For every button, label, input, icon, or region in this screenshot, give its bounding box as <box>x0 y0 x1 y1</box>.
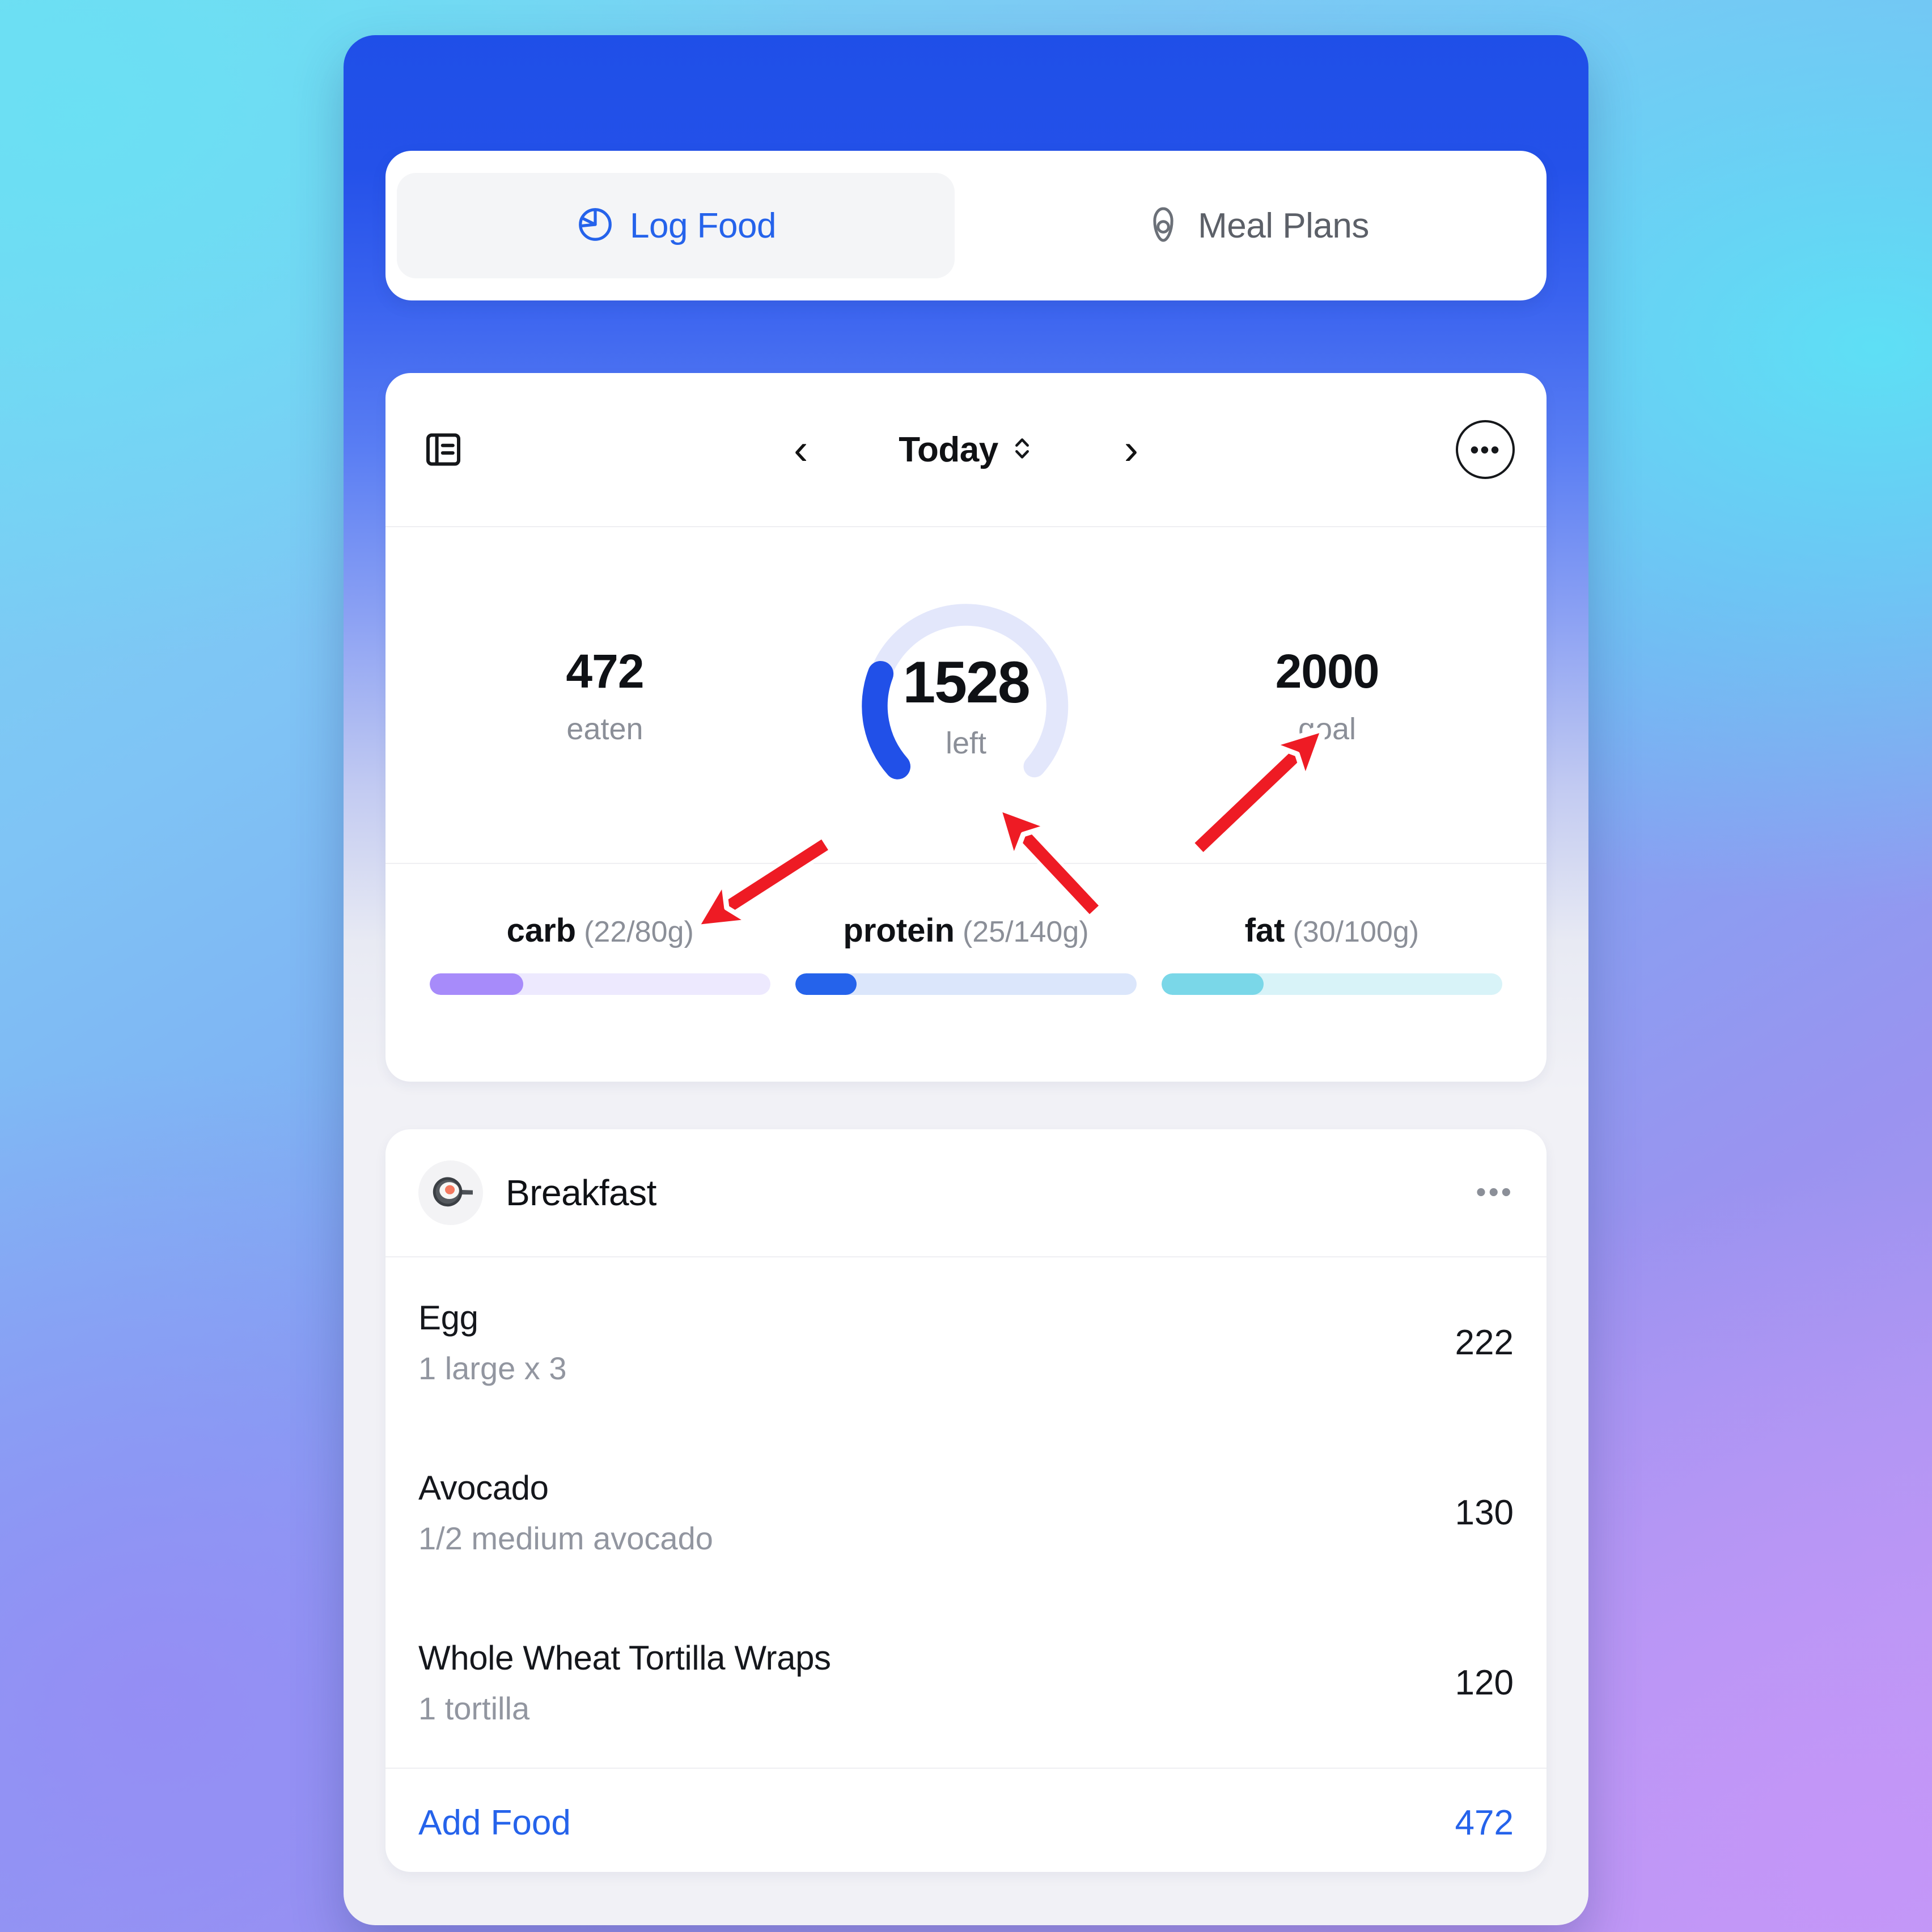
macro-fat-label: fat (30/100g) <box>1162 912 1502 950</box>
macro-carb-track <box>430 973 771 995</box>
date-label: Today <box>899 430 998 469</box>
food-item-info: Egg 1 large x 3 <box>418 1298 1455 1387</box>
tab-switcher: Log Food Meal Plans <box>385 151 1547 300</box>
list-item[interactable]: Whole Wheat Tortilla Wraps 1 tortilla 12… <box>385 1598 1547 1768</box>
next-day-button[interactable]: › <box>1124 428 1138 471</box>
fried-egg-pan-icon <box>418 1160 483 1225</box>
avocado-icon <box>1143 205 1183 247</box>
macro-fat-name: fat <box>1244 912 1285 949</box>
macro-fat-track <box>1161 973 1502 995</box>
summary-more-icon: ••• <box>1469 434 1501 464</box>
macro-protein-track <box>795 973 1137 995</box>
macro-protein-amount: (25/140g) <box>962 916 1089 948</box>
food-item-calories: 120 <box>1455 1663 1514 1702</box>
breakfast-meal-card: Breakfast ••• Egg 1 large x 3 222 Avocad… <box>385 1129 1547 1872</box>
calorie-ring-center: 1528 left <box>903 649 1030 761</box>
list-item[interactable]: Egg 1 large x 3 222 <box>385 1257 1547 1427</box>
calorie-ring: 1528 left <box>824 576 1108 814</box>
macro-carb: carb (22/80g) <box>417 912 783 995</box>
food-item-name: Whole Wheat Tortilla Wraps <box>418 1639 831 1677</box>
date-navigation-bar: ‹ Today › ••• <box>385 373 1547 527</box>
macro-protein: protein (25/140g) <box>783 912 1149 995</box>
previous-day-button[interactable]: ‹ <box>794 428 808 471</box>
macro-protein-label: protein (25/140g) <box>795 912 1136 950</box>
food-item-serving: 1/2 medium avocado <box>418 1520 713 1556</box>
add-food-row[interactable]: Add Food 472 <box>385 1768 1547 1872</box>
macro-carb-amount: (22/80g) <box>584 916 694 948</box>
meal-header: Breakfast ••• <box>385 1129 1547 1257</box>
meal-total-calories: 472 <box>1455 1803 1514 1842</box>
app-window: Log Food Meal Plans ‹ Today › ••• 472 ea… <box>344 35 1588 1925</box>
date-stepper: ‹ Today › <box>385 373 1547 526</box>
calories-goal-caption: goal <box>1298 711 1357 746</box>
meal-title: Breakfast <box>506 1172 656 1213</box>
food-item-name: Avocado <box>418 1469 549 1507</box>
macro-fat-fill <box>1161 973 1264 995</box>
calories-goal-value: 2000 <box>1275 644 1380 698</box>
tab-log-food-label: Log Food <box>630 206 777 245</box>
calorie-summary-row: 472 eaten 1528 left 2000 goal <box>385 527 1547 864</box>
pie-chart-icon <box>575 205 615 247</box>
macro-fat-amount: (30/100g) <box>1293 916 1420 948</box>
calories-eaten-value: 472 <box>566 644 644 698</box>
food-item-name: Egg <box>418 1299 478 1337</box>
macro-carb-fill <box>430 973 524 995</box>
food-item-serving: 1 large x 3 <box>418 1350 567 1386</box>
tab-meal-plans-label: Meal Plans <box>1198 206 1369 245</box>
chevron-up-down-icon <box>1011 432 1033 468</box>
date-label-button[interactable]: Today <box>899 430 1033 470</box>
daily-summary-card: ‹ Today › ••• 472 eaten 1528 left 2000 g… <box>385 373 1547 1082</box>
meal-more-options-button[interactable]: ••• <box>1476 1178 1514 1207</box>
macro-carb-label: carb (22/80g) <box>430 912 770 950</box>
calories-eaten-caption: eaten <box>566 711 643 746</box>
macro-carb-name: carb <box>506 912 577 949</box>
list-item[interactable]: Avocado 1/2 medium avocado 130 <box>385 1427 1547 1598</box>
add-food-button[interactable]: Add Food <box>418 1803 571 1843</box>
food-item-info: Whole Wheat Tortilla Wraps 1 tortilla <box>418 1638 1455 1727</box>
tab-meal-plans[interactable]: Meal Plans <box>977 173 1535 278</box>
macro-fat: fat (30/100g) <box>1149 912 1515 995</box>
tab-log-food[interactable]: Log Food <box>397 173 955 278</box>
calories-left-caption: left <box>945 726 987 760</box>
calories-left-value: 1528 <box>903 649 1030 715</box>
summary-more-options-button[interactable]: ••• <box>1456 420 1515 479</box>
calories-eaten-block: 472 eaten <box>385 644 824 747</box>
notes-panel-icon[interactable] <box>417 423 469 476</box>
food-item-calories: 222 <box>1455 1323 1514 1362</box>
desktop-wallpaper: Log Food Meal Plans ‹ Today › ••• 472 ea… <box>0 0 1932 1932</box>
macro-protein-fill <box>795 973 857 995</box>
food-item-calories: 130 <box>1455 1493 1514 1532</box>
macro-protein-name: protein <box>843 912 955 949</box>
calories-goal-block: 2000 goal <box>1108 644 1547 747</box>
macro-summary-row: carb (22/80g) protein (25/140g) fat (30/… <box>385 864 1547 1082</box>
food-item-serving: 1 tortilla <box>418 1690 530 1726</box>
food-item-info: Avocado 1/2 medium avocado <box>418 1468 1455 1557</box>
